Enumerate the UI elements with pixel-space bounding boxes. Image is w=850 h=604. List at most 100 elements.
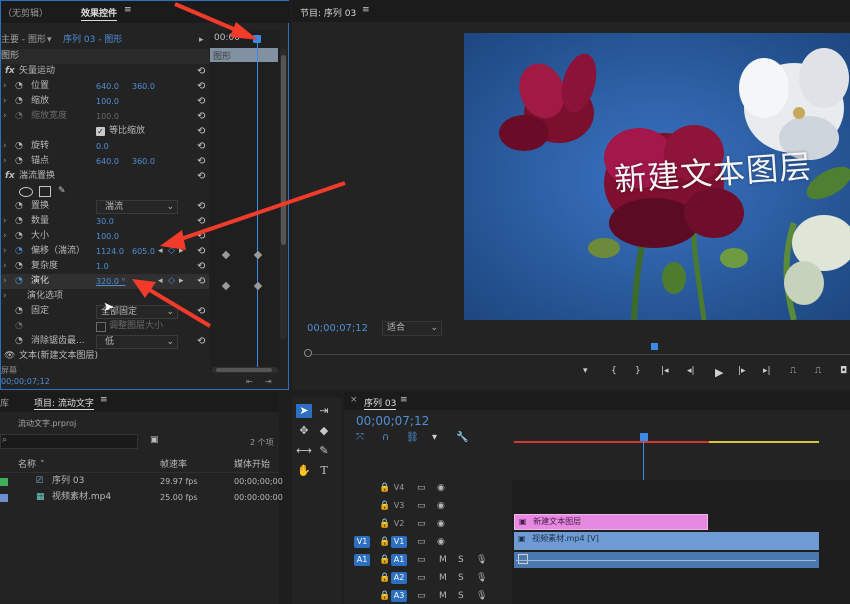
mark-out-button[interactable]: } (635, 366, 641, 376)
slip-tool-icon[interactable]: ⟷ (296, 444, 312, 458)
pen-tool-icon[interactable]: ✎ (316, 444, 332, 458)
anchor-x-value[interactable]: 640.0 (96, 154, 119, 169)
expand-anchor-icon[interactable]: › (3, 154, 7, 169)
size-value[interactable]: 100.0 (96, 229, 119, 244)
sync-lock-icon[interactable]: ▭ (417, 519, 426, 529)
seq-clip-label[interactable]: 序列 03 - 图形 (63, 33, 122, 47)
clip-text-layer[interactable]: ▣ 新建文本图层 (514, 514, 708, 530)
reset-displace-icon[interactable]: ⟲ (197, 202, 207, 212)
track-target-v2[interactable]: V2 (391, 518, 407, 530)
rotation-value[interactable]: 0.0 (96, 139, 109, 154)
track-select-tool-icon[interactable]: ⇥ (316, 404, 332, 418)
visibility-eye-icon[interactable]: 👁 (4, 349, 15, 364)
keyframe-offset-2[interactable] (253, 250, 263, 260)
expand-complexity-icon[interactable]: › (3, 259, 7, 274)
table-row[interactable]: ⎚ 序列 03 29.97 fps 00;00;00;00 (0, 474, 283, 489)
table-row[interactable]: ▦ 视频素材.mp4 25.00 fps 00:00:00:00 (0, 490, 283, 505)
expand-evolution-options-icon[interactable]: › (3, 289, 7, 304)
tab-effect-controls[interactable]: 效果控件 (81, 6, 118, 21)
linked-selection-icon[interactable]: ⛓ (406, 432, 419, 443)
lock-icon[interactable]: 🔒 (379, 501, 390, 511)
mute-button[interactable]: M (439, 555, 447, 565)
track-target-a3[interactable]: A3 (391, 590, 407, 602)
scrollbar-thumb[interactable] (281, 55, 286, 245)
effect-scrollbar[interactable] (280, 49, 287, 339)
expand-evolution-icon[interactable]: › (3, 274, 7, 289)
hand-tool-icon[interactable]: ✋ (296, 464, 312, 478)
stopwatch-offset-icon[interactable]: ◔ (15, 244, 23, 259)
add-marker-button[interactable]: ▾ (583, 366, 588, 376)
export-frame-button[interactable]: ◘ (840, 366, 847, 376)
tab-source[interactable]: （无剪辑） (3, 6, 48, 19)
next-keyframe-icon[interactable]: ▸ (179, 244, 184, 259)
eye-icon[interactable]: ◉ (437, 537, 445, 547)
anchor-y-value[interactable]: 360.0 (132, 154, 155, 169)
sync-lock-icon[interactable]: ▭ (417, 591, 426, 601)
lock-icon[interactable]: 🔒 (379, 519, 390, 529)
reset-pinning-icon[interactable]: ⟲ (197, 307, 207, 317)
stopwatch-size-icon[interactable]: ◔ (15, 229, 23, 244)
reset-scale-width-icon[interactable]: ⟲ (197, 112, 207, 122)
filter-icon[interactable]: ⇥ (265, 377, 272, 386)
export-frame-icon[interactable]: ⇤ (246, 377, 253, 386)
track-target-a1[interactable]: A1 (391, 554, 407, 566)
expand-offset-icon[interactable]: › (3, 244, 7, 259)
pen-mask-icon[interactable]: ✎ (58, 184, 66, 199)
prev-keyframe-evolution-icon[interactable]: ◂ (158, 274, 163, 289)
track-target-v3[interactable]: V3 (391, 500, 407, 512)
amount-value[interactable]: 30.0 (96, 214, 114, 229)
mute-button[interactable]: M (439, 573, 447, 583)
offset-y-value[interactable]: 605.0 (132, 244, 155, 259)
project-search-input[interactable]: ⌕ (0, 434, 138, 449)
ellipse-mask-icon[interactable] (19, 187, 33, 197)
add-keyframe-icon[interactable]: ◇ (168, 244, 175, 259)
sync-lock-icon[interactable]: ▭ (417, 483, 426, 493)
sync-lock-icon[interactable]: ▭ (417, 555, 426, 565)
scrub-playhead[interactable] (651, 343, 658, 350)
stopwatch-pinning-icon[interactable]: ◔ (15, 304, 23, 319)
next-keyframe-evolution-icon[interactable]: ▸ (179, 274, 184, 289)
ripple-edit-tool-icon[interactable]: ✥ (296, 424, 312, 438)
step-forward-button[interactable]: |▸ (738, 366, 746, 376)
stopwatch-position-icon[interactable]: ◔ (15, 79, 23, 94)
reset-scale-icon[interactable]: ⟲ (197, 97, 207, 107)
sync-lock-icon[interactable]: ▭ (417, 501, 426, 511)
clip-video[interactable]: ▣ 视频素材.mp4 [V] (514, 532, 819, 550)
program-menu-icon[interactable]: ≡ (362, 5, 370, 15)
mini-scroll-thumb[interactable] (216, 368, 272, 372)
timeline-ruler[interactable] (512, 430, 850, 446)
track-target-v4[interactable]: V4 (391, 482, 407, 494)
fx-turbulent-displace[interactable]: fx 湍流置换 ⟲ (1, 169, 209, 184)
stopwatch-displace-icon[interactable]: ◔ (15, 199, 23, 214)
reset-turbulent-icon[interactable]: ⟲ (197, 172, 207, 182)
mark-in-button[interactable]: { (611, 366, 617, 376)
tab-library[interactable]: 库 (0, 396, 9, 409)
fit-dropdown[interactable]: 适合 ⌄ (382, 321, 442, 336)
sync-lock-icon[interactable]: ▭ (417, 537, 426, 547)
eye-icon[interactable]: ◉ (437, 501, 445, 511)
antialias-dropdown[interactable]: 低 ⌄ (96, 335, 178, 349)
project-menu-icon[interactable]: ≡ (100, 395, 108, 405)
evolution-value[interactable]: 320.0 ° (96, 274, 125, 289)
step-back-button[interactable]: ◂| (687, 366, 695, 376)
uniform-scale-checkbox[interactable]: ✓ (96, 127, 105, 136)
reset-complexity-icon[interactable]: ⟲ (197, 262, 207, 272)
expand-position-icon[interactable]: › (3, 79, 7, 94)
eye-icon[interactable]: ◉ (437, 519, 445, 529)
play-only-icon[interactable]: ▸ (199, 33, 204, 47)
lock-icon[interactable]: 🔒 (379, 537, 390, 547)
reset-anchor-icon[interactable]: ⟲ (197, 157, 207, 167)
lock-icon[interactable]: 🔒 (379, 483, 390, 493)
reset-motion-icon[interactable]: ⟲ (197, 67, 207, 77)
effect-current-time[interactable]: 00;00;07;12 (1, 377, 50, 386)
stopwatch-rotation-icon[interactable]: ◔ (15, 139, 23, 154)
solo-button[interactable]: S (458, 573, 464, 583)
stopwatch-amount-icon[interactable]: ◔ (15, 214, 23, 229)
solo-button[interactable]: S (458, 591, 464, 601)
text-layer-row[interactable]: 👁 文本(新建文本图层) (1, 349, 209, 364)
col-name-header[interactable]: 名称 (18, 458, 36, 472)
fx-vector-motion[interactable]: fx 矢量运动 ⟲ (1, 64, 209, 79)
add-marker-icon[interactable]: ▾ (432, 432, 437, 443)
panel-menu-icon[interactable]: ≡ (124, 5, 132, 15)
microphone-icon[interactable]: 🎙 (476, 591, 487, 601)
